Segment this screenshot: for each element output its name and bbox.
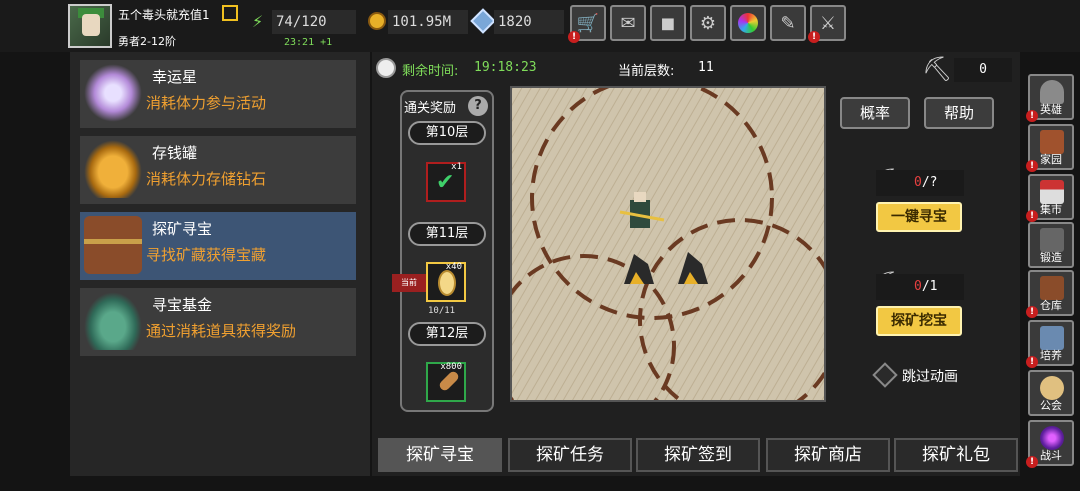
menu-item-title: 存钱罐 — [152, 144, 198, 162]
sword-icon[interactable]: ⚔! — [808, 5, 846, 43]
mail-icon[interactable]: ✉ — [610, 5, 646, 41]
reward-slot-floor-10[interactable]: ✔ x1 — [426, 162, 466, 202]
nav-label: 公会 — [1040, 399, 1062, 412]
bone-icon — [437, 369, 461, 393]
gamepad-icon[interactable]: ◼ — [650, 5, 686, 41]
current-floor-tag: 当前 — [392, 274, 426, 292]
player-name: 五个毒头就充值1 — [118, 8, 210, 22]
check-scroll-icon: ✔ — [436, 170, 455, 195]
nav-hero[interactable]: ! 英雄 — [1026, 74, 1074, 122]
menu-item-treasure-fund[interactable]: 寻宝基金 通过消耗道具获得奖励 — [80, 288, 356, 356]
remaining-time-label: 剩余时间: — [402, 64, 459, 79]
tab-mining-tasks[interactable]: 探矿任务 — [508, 438, 632, 472]
treasure-chest-icon — [84, 216, 142, 274]
current-floor-label: 当前层数: — [618, 64, 675, 79]
nav-label: 培养 — [1040, 349, 1062, 362]
nav-label: 英雄 — [1040, 103, 1062, 116]
alert-icon: ! — [808, 31, 820, 43]
alert-icon: ! — [568, 31, 580, 43]
gear-icon[interactable]: ⚙ — [690, 5, 726, 41]
clear-rewards-title: 通关奖励 — [404, 101, 457, 116]
current-floor-value: 11 — [698, 60, 714, 75]
clock-icon — [376, 58, 396, 78]
gem-value: 1820 — [494, 10, 564, 34]
reward-qty: x40 — [445, 262, 462, 272]
dig-count: 0 — [914, 279, 922, 294]
tab-mining-shop[interactable]: 探矿商店 — [766, 438, 890, 472]
nav-market[interactable]: ! 集市 — [1026, 174, 1074, 222]
energy-icon: ⚡ — [252, 12, 264, 31]
reward-slot-floor-12[interactable]: x800 — [426, 362, 466, 402]
tab-mining-gift-pack[interactable]: 探矿礼包 — [894, 438, 1018, 472]
help-question-icon[interactable]: ? — [468, 96, 488, 116]
reward-qty: x800 — [440, 362, 462, 372]
nav-battle[interactable]: ! 战斗 — [1026, 420, 1074, 468]
energy-value: 74/120 — [272, 10, 356, 34]
treasure-map-art — [512, 88, 824, 400]
menu-item-title: 寻宝基金 — [152, 296, 213, 314]
menu-item-mining-treasure[interactable]: 探矿寻宝 寻找矿藏获得宝藏 — [80, 212, 356, 280]
floor-11-label: 第11层 — [408, 222, 486, 246]
edit-name-icon[interactable] — [222, 5, 238, 21]
nav-label: 集市 — [1040, 203, 1062, 216]
golden-egg-icon — [438, 270, 456, 296]
piggy-bank-icon — [84, 140, 142, 198]
gold-value: 101.95M — [388, 10, 468, 34]
shop-cart-icon[interactable]: 🛒! — [568, 5, 606, 43]
floor-10-label: 第10层 — [408, 121, 486, 145]
tab-mining-checkin[interactable]: 探矿签到 — [636, 438, 760, 472]
nav-home[interactable]: ! 家园 — [1026, 124, 1074, 172]
color-wheel-icon[interactable] — [730, 5, 766, 41]
one-click-treasure-button[interactable]: 一键寻宝 — [876, 202, 962, 232]
player-avatar[interactable] — [68, 4, 112, 48]
menu-item-desc: 消耗体力存储钻石 — [146, 170, 267, 188]
probability-button[interactable]: 概率 — [840, 97, 910, 129]
menu-item-piggy-bank[interactable]: 存钱罐 消耗体力存储钻石 — [80, 136, 356, 204]
nav-forge[interactable]: 锻造 — [1028, 222, 1074, 268]
lucky-star-icon — [84, 64, 142, 122]
reward-qty: x1 — [451, 162, 462, 172]
menu-item-lucky-star[interactable]: 幸运星 消耗体力参与活动 — [80, 60, 356, 128]
dig-max: /1 — [921, 279, 938, 294]
help-button[interactable]: 帮助 — [924, 97, 994, 129]
remaining-time-value: 19:18:23 — [474, 60, 537, 75]
menu-item-title: 幸运星 — [152, 68, 198, 86]
auto-dig-max: /? — [921, 175, 938, 190]
player-rank: 勇者2-12阶 — [118, 35, 176, 48]
gold-icon — [368, 12, 386, 30]
dig-counter: 0/1 — [876, 274, 964, 300]
nav-warehouse[interactable]: ! 仓库 — [1026, 270, 1074, 318]
floor-12-label: 第12层 — [408, 322, 486, 346]
mine-dig-button[interactable]: 探矿挖宝 — [876, 306, 962, 336]
auto-dig-counter: 0/? — [876, 170, 964, 196]
nav-label: 家园 — [1040, 153, 1062, 166]
feather-icon[interactable]: ✎ — [770, 5, 806, 41]
reward-progress: 10/11 — [428, 306, 456, 316]
menu-item-desc: 通过消耗道具获得奖励 — [146, 322, 297, 340]
treasure-fund-bag-icon — [84, 292, 142, 350]
tab-mining-treasure[interactable]: 探矿寻宝 — [378, 438, 502, 472]
reward-slot-floor-11[interactable]: x40 — [426, 262, 466, 302]
energy-timer: 23:21 +1 — [284, 37, 333, 48]
pickaxe-count: 0 — [954, 58, 1012, 82]
auto-dig-count: 0 — [914, 175, 922, 190]
nav-guild[interactable]: 公会 — [1028, 370, 1074, 416]
menu-item-desc: 寻找矿藏获得宝藏 — [146, 246, 267, 264]
menu-item-title: 探矿寻宝 — [152, 220, 213, 238]
pickaxe-icon: ⛏ — [922, 55, 953, 83]
nav-label: 锻造 — [1040, 251, 1062, 264]
nav-label: 战斗 — [1040, 449, 1062, 462]
nav-training[interactable]: ! 培养 — [1026, 320, 1074, 368]
treasure-map[interactable] — [510, 86, 826, 402]
skip-animation-label: 跳过动画 — [902, 369, 958, 385]
nav-label: 仓库 — [1040, 299, 1062, 312]
menu-item-desc: 消耗体力参与活动 — [146, 94, 267, 112]
